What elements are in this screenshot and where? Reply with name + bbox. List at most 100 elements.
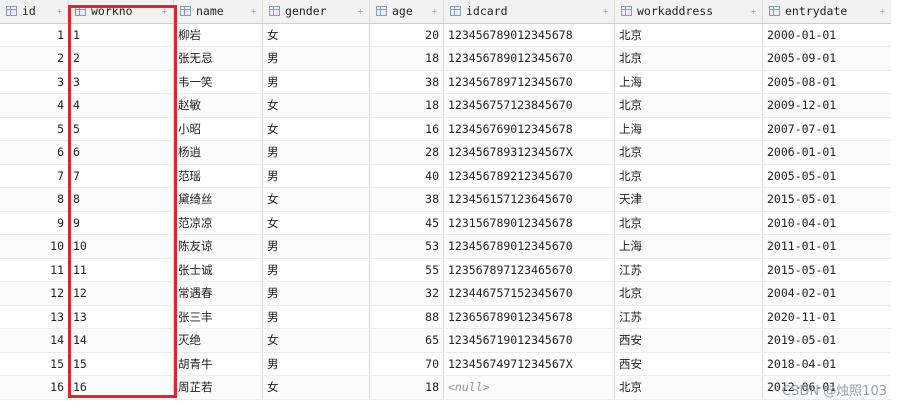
cell-id[interactable]: 4 <box>0 94 69 117</box>
cell-gender[interactable]: 女 <box>263 117 370 140</box>
cell-id[interactable]: 7 <box>0 164 69 187</box>
column-header-gender[interactable]: gender ÷ <box>263 0 370 23</box>
column-header-name[interactable]: name ÷ <box>174 0 263 23</box>
cell-idcard[interactable]: 12345674971234567X <box>444 352 615 375</box>
cell-id[interactable]: 16 <box>0 376 69 399</box>
table-row[interactable]: 13 13 张三丰男 88 123656789012345678 江苏 2020-11-01 <box>0 305 891 329</box>
cell-workno[interactable]: 2 <box>69 47 174 70</box>
cell-entrydate[interactable]: 2018-04-01 <box>763 353 891 376</box>
cell-workno[interactable]: 13 <box>69 305 174 328</box>
cell-name[interactable]: 韦一笑 <box>174 70 263 93</box>
cell-idcard[interactable]: 123456719012345670 <box>444 329 615 352</box>
cell-id[interactable]: 13 <box>0 305 69 328</box>
cell-workno[interactable]: 14 <box>69 329 174 352</box>
cell-entrydate[interactable]: 2004-02-01 <box>763 282 891 305</box>
cell-id[interactable]: 9 <box>0 211 69 234</box>
cell-name[interactable]: 张无忌 <box>174 47 263 70</box>
cell-gender[interactable]: 男 <box>263 141 370 164</box>
cell-gender[interactable]: 男 <box>263 235 370 258</box>
cell-id[interactable]: 8 <box>0 188 69 211</box>
cell-workaddress[interactable]: 上海 <box>615 70 763 93</box>
cell-age[interactable]: 18 <box>370 47 444 70</box>
cell-entrydate[interactable]: 2011-01-01 <box>763 235 891 258</box>
cell-idcard[interactable]: 123456757123845670 <box>444 94 615 117</box>
cell-workno[interactable]: 6 <box>69 141 174 164</box>
cell-workaddress[interactable]: 江苏 <box>615 305 763 328</box>
cell-entrydate[interactable]: 2000-01-01 <box>763 24 891 47</box>
table-row[interactable]: 8 8 黛绮丝女 38 123456157123645670 天津 2015-05-01 <box>0 188 891 212</box>
cell-workno[interactable]: 12 <box>69 282 174 305</box>
cell-id[interactable]: 15 <box>0 352 69 375</box>
cell-entrydate[interactable]: 2005-05-01 <box>763 165 891 188</box>
cell-workaddress[interactable]: 上海 <box>615 117 763 140</box>
cell-workaddress[interactable]: 北京 <box>615 23 763 46</box>
cell-gender[interactable]: 男 <box>263 305 370 328</box>
cell-workaddress[interactable]: 江苏 <box>615 258 763 281</box>
cell-age[interactable]: 88 <box>370 305 444 328</box>
cell-workaddress[interactable]: 北京 <box>615 164 763 187</box>
cell-id[interactable]: 5 <box>0 117 69 140</box>
cell-id[interactable]: 3 <box>0 70 69 93</box>
cell-idcard[interactable]: <null> <box>444 376 615 399</box>
sort-icon[interactable]: ÷ <box>57 7 62 16</box>
cell-id[interactable]: 6 <box>0 141 69 164</box>
cell-name[interactable]: 范凉凉 <box>174 211 263 234</box>
cell-name[interactable]: 黛绮丝 <box>174 188 263 211</box>
cell-workno[interactable]: 7 <box>69 164 174 187</box>
cell-entrydate[interactable]: 2015-05-01 <box>763 259 891 282</box>
cell-idcard[interactable]: 123456789212345670 <box>444 164 615 187</box>
cell-name[interactable]: 张三丰 <box>174 305 263 328</box>
table-row[interactable]: 10 10 陈友谅男 53 123456789012345670 上海 2011-01-01 <box>0 235 891 259</box>
sort-icon[interactable]: ÷ <box>162 7 167 16</box>
cell-age[interactable]: 55 <box>370 258 444 281</box>
cell-age[interactable]: 38 <box>370 70 444 93</box>
table-row[interactable]: 12 12 常遇春男 32 123446757152345670 北京 2004-02-01 <box>0 282 891 306</box>
column-header-idcard[interactable]: idcard ÷ <box>444 0 615 23</box>
cell-entrydate[interactable]: 2005-09-01 <box>763 47 891 70</box>
table-row[interactable]: 14 14 灭绝女 65 123456719012345670 西安 2019-05-01 <box>0 329 891 353</box>
cell-entrydate[interactable]: 2006-01-01 <box>763 141 891 164</box>
cell-age[interactable]: 40 <box>370 164 444 187</box>
cell-entrydate[interactable]: 2020-11-01 <box>763 306 891 329</box>
cell-age[interactable]: 20 <box>370 23 444 46</box>
table-row[interactable]: 6 6 杨逍男 28 12345678931234567X 北京 2006-01-01 <box>0 141 891 165</box>
cell-gender[interactable]: 女 <box>263 23 370 46</box>
cell-workno[interactable]: 8 <box>69 188 174 211</box>
cell-workaddress[interactable]: 西安 <box>615 352 763 375</box>
cell-workno[interactable]: 9 <box>69 211 174 234</box>
cell-workno[interactable]: 11 <box>69 258 174 281</box>
sort-icon[interactable]: ÷ <box>880 7 885 16</box>
cell-idcard[interactable]: 123456789012345670 <box>444 47 615 70</box>
sort-icon[interactable]: ÷ <box>603 7 608 16</box>
cell-age[interactable]: 70 <box>370 352 444 375</box>
cell-workno[interactable]: 5 <box>69 117 174 140</box>
table-row[interactable]: 11 11 张士诚男 55 123567897123465670 江苏 2015-05-01 <box>0 258 891 282</box>
cell-id[interactable]: 10 <box>0 235 69 258</box>
cell-idcard[interactable]: 123456789012345678 <box>444 23 615 46</box>
cell-name[interactable]: 柳岩 <box>174 23 263 46</box>
cell-gender[interactable]: 男 <box>263 70 370 93</box>
cell-id[interactable]: 2 <box>0 47 69 70</box>
sort-icon[interactable]: ÷ <box>751 7 756 16</box>
table-row[interactable]: 1 1 柳岩女 20 123456789012345678 北京 2000-01-01 <box>0 23 891 47</box>
cell-age[interactable]: 45 <box>370 211 444 234</box>
column-header-workno[interactable]: workno ÷ <box>69 0 174 23</box>
cell-gender[interactable]: 女 <box>263 329 370 352</box>
cell-age[interactable]: 65 <box>370 329 444 352</box>
cell-name[interactable]: 小昭 <box>174 117 263 140</box>
cell-idcard[interactable]: 12345678931234567X <box>444 141 615 164</box>
table-row[interactable]: 9 9 范凉凉女 45 123156789012345678 北京 2010-04-01 <box>0 211 891 235</box>
cell-entrydate[interactable]: 2009-12-01 <box>763 94 891 117</box>
cell-idcard[interactable]: 123456789712345670 <box>444 70 615 93</box>
cell-workno[interactable]: 4 <box>69 94 174 117</box>
cell-id[interactable]: 1 <box>0 23 69 46</box>
cell-name[interactable]: 胡青牛 <box>174 352 263 375</box>
cell-workno[interactable]: 15 <box>69 352 174 375</box>
table-row[interactable]: 4 4 赵敏女 18 123456757123845670 北京 2009-12-01 <box>0 94 891 118</box>
cell-id[interactable]: 12 <box>0 282 69 305</box>
cell-entrydate[interactable]: 2005-08-01 <box>763 71 891 94</box>
cell-gender[interactable]: 男 <box>263 258 370 281</box>
sort-icon[interactable]: ÷ <box>358 7 363 16</box>
cell-name[interactable]: 范瑶 <box>174 164 263 187</box>
cell-age[interactable]: 16 <box>370 117 444 140</box>
